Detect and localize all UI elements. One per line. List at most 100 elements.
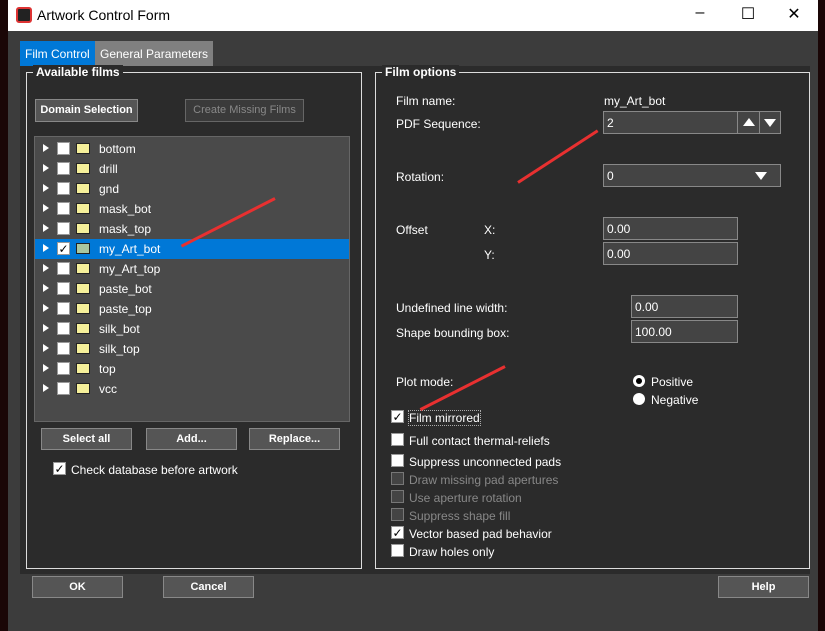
close-button[interactable]: ✕ bbox=[774, 4, 814, 24]
positive-radio[interactable] bbox=[633, 375, 645, 387]
maximize-button[interactable]: ☐ bbox=[728, 4, 768, 24]
expand-arrow-icon[interactable] bbox=[43, 164, 49, 172]
replace-button[interactable]: Replace... bbox=[249, 428, 340, 450]
option-label: Full contact thermal-reliefs bbox=[409, 434, 550, 448]
option-checkbox[interactable]: ✓ bbox=[391, 410, 404, 423]
film-list-item[interactable]: silk_top bbox=[35, 339, 349, 359]
shape-bounding-box-label: Shape bounding box: bbox=[396, 326, 510, 340]
pdf-sequence-input[interactable]: 2 bbox=[603, 111, 738, 134]
film-checkbox[interactable] bbox=[57, 322, 70, 335]
folder-icon bbox=[76, 363, 90, 374]
film-checkbox[interactable] bbox=[57, 202, 70, 215]
arrow-down-icon bbox=[764, 119, 776, 127]
films-tree-list[interactable]: bottom drill gnd mask_bot mask_top ✓ my_… bbox=[34, 136, 350, 422]
expand-arrow-icon[interactable] bbox=[43, 244, 49, 252]
expand-arrow-icon[interactable] bbox=[43, 284, 49, 292]
offset-x-input[interactable]: 0.00 bbox=[603, 217, 738, 240]
create-missing-films-button: Create Missing Films bbox=[185, 99, 304, 122]
film-list-item[interactable]: paste_top bbox=[35, 299, 349, 319]
tab-general-parameters[interactable]: General Parameters bbox=[95, 41, 214, 66]
film-checkbox[interactable] bbox=[57, 342, 70, 355]
offset-x-label: X: bbox=[484, 223, 496, 237]
expand-arrow-icon[interactable] bbox=[43, 364, 49, 372]
film-name: paste_bot bbox=[99, 282, 152, 296]
ok-button[interactable]: OK bbox=[32, 576, 123, 598]
film-list-item[interactable]: vcc bbox=[35, 379, 349, 399]
expand-arrow-icon[interactable] bbox=[43, 384, 49, 392]
film-name-value: my_Art_bot bbox=[604, 94, 666, 108]
positive-label: Positive bbox=[651, 375, 694, 389]
film-name: drill bbox=[99, 162, 118, 176]
film-list-item[interactable]: paste_bot bbox=[35, 279, 349, 299]
film-checkbox[interactable]: ✓ bbox=[57, 242, 70, 255]
add-button[interactable]: Add... bbox=[146, 428, 237, 450]
film-list-item[interactable]: silk_bot bbox=[35, 319, 349, 339]
available-films-group: Available films Domain Selection Create … bbox=[26, 65, 362, 569]
help-button[interactable]: Help bbox=[718, 576, 809, 598]
option-checkbox[interactable] bbox=[391, 454, 404, 467]
chevron-down-icon bbox=[755, 172, 767, 180]
folder-icon bbox=[76, 283, 90, 294]
rotation-dropdown-button[interactable] bbox=[737, 164, 781, 187]
option-checkbox[interactable]: ✓ bbox=[391, 526, 404, 539]
film-checkbox[interactable] bbox=[57, 302, 70, 315]
negative-radio[interactable] bbox=[633, 393, 645, 405]
film-name: silk_bot bbox=[99, 322, 140, 336]
undefined-line-width-input[interactable]: 0.00 bbox=[631, 295, 738, 318]
offset-label: Offset bbox=[396, 223, 428, 237]
expand-arrow-icon[interactable] bbox=[43, 204, 49, 212]
option-checkbox[interactable] bbox=[391, 433, 404, 446]
film-name: silk_top bbox=[99, 342, 140, 356]
plot-mode-label: Plot mode: bbox=[396, 375, 454, 389]
arrow-up-icon bbox=[743, 118, 755, 126]
film-list-item[interactable]: bottom bbox=[35, 139, 349, 159]
film-list-item[interactable]: gnd bbox=[35, 179, 349, 199]
film-name: bottom bbox=[99, 142, 136, 156]
cancel-button[interactable]: Cancel bbox=[163, 576, 254, 598]
film-checkbox[interactable] bbox=[57, 182, 70, 195]
film-checkbox[interactable] bbox=[57, 262, 70, 275]
film-name: my_Art_top bbox=[99, 262, 161, 276]
undefined-line-width-label: Undefined line width: bbox=[396, 301, 508, 315]
folder-icon bbox=[76, 263, 90, 274]
film-list-item[interactable]: top bbox=[35, 359, 349, 379]
expand-arrow-icon[interactable] bbox=[43, 144, 49, 152]
folder-icon bbox=[76, 343, 90, 354]
pdf-sequence-down-button[interactable] bbox=[759, 111, 781, 134]
film-checkbox[interactable] bbox=[57, 222, 70, 235]
film-checkbox[interactable] bbox=[57, 142, 70, 155]
folder-icon bbox=[76, 303, 90, 314]
option-checkbox bbox=[391, 508, 404, 521]
tab-film-control[interactable]: Film Control bbox=[20, 41, 95, 66]
minimize-button[interactable]: – bbox=[680, 4, 720, 22]
expand-arrow-icon[interactable] bbox=[43, 224, 49, 232]
rotation-select[interactable]: 0 bbox=[603, 164, 738, 187]
film-checkbox[interactable] bbox=[57, 382, 70, 395]
domain-selection-button[interactable]: Domain Selection bbox=[35, 99, 138, 122]
film-name: paste_top bbox=[99, 302, 152, 316]
option-label: Suppress shape fill bbox=[409, 509, 511, 523]
film-checkbox[interactable] bbox=[57, 282, 70, 295]
option-checkbox bbox=[391, 472, 404, 485]
film-list-item[interactable]: my_Art_top bbox=[35, 259, 349, 279]
select-all-button[interactable]: Select all bbox=[41, 428, 132, 450]
film-checkbox[interactable] bbox=[57, 362, 70, 375]
film-checkbox[interactable] bbox=[57, 162, 70, 175]
option-label: Vector based pad behavior bbox=[409, 527, 552, 541]
expand-arrow-icon[interactable] bbox=[43, 324, 49, 332]
offset-y-input[interactable]: 0.00 bbox=[603, 242, 738, 265]
option-checkbox[interactable] bbox=[391, 544, 404, 557]
pdf-sequence-label: PDF Sequence: bbox=[396, 117, 481, 131]
expand-arrow-icon[interactable] bbox=[43, 344, 49, 352]
check-database-checkbox[interactable]: ✓ bbox=[53, 462, 66, 475]
expand-arrow-icon[interactable] bbox=[43, 264, 49, 272]
film-list-item[interactable]: drill bbox=[35, 159, 349, 179]
pdf-sequence-up-button[interactable] bbox=[737, 111, 760, 134]
film-list-item[interactable]: mask_top bbox=[35, 219, 349, 239]
expand-arrow-icon[interactable] bbox=[43, 304, 49, 312]
option-checkbox bbox=[391, 490, 404, 503]
shape-bounding-box-input[interactable]: 100.00 bbox=[631, 320, 738, 343]
film-list-item[interactable]: mask_bot bbox=[35, 199, 349, 219]
option-label: Use aperture rotation bbox=[409, 491, 522, 505]
expand-arrow-icon[interactable] bbox=[43, 184, 49, 192]
